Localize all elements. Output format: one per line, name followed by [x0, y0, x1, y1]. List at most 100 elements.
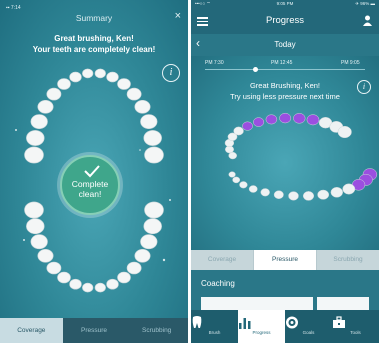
tooth	[239, 181, 248, 189]
info-icon[interactable]: i	[357, 80, 371, 94]
bottom-nav: Brush Progress Goals Tools	[191, 310, 379, 343]
badge-line1: Complete	[71, 179, 109, 189]
nav-tools[interactable]: Tools	[332, 310, 379, 343]
tooth	[253, 117, 265, 127]
tab-coverage[interactable]: Coverage	[0, 318, 63, 343]
tooth	[106, 71, 119, 83]
tooth	[69, 278, 82, 290]
teeth-3d-map	[224, 112, 378, 201]
tooth	[302, 191, 315, 201]
complete-clean-badge: Complete clean!	[60, 155, 120, 215]
nav-tools-label: Tools	[350, 330, 361, 335]
tooth	[248, 185, 258, 193]
tab-pressure[interactable]: Pressure	[253, 250, 317, 270]
tooth	[293, 113, 306, 124]
tooth	[228, 171, 236, 178]
nav-brush[interactable]: Brush	[191, 310, 238, 343]
checkmark-icon	[84, 165, 100, 178]
nav-goals[interactable]: Goals	[285, 310, 332, 343]
tooth	[69, 71, 82, 83]
tab-scrubbing[interactable]: Scrubbing	[317, 250, 379, 270]
user-icon[interactable]	[363, 15, 372, 26]
tooth	[30, 234, 48, 250]
summary-message-line2: Your teeth are completely clean!	[32, 45, 156, 54]
tooth	[232, 176, 241, 184]
coaching-card[interactable]	[201, 297, 313, 310]
session-timeline	[205, 67, 365, 72]
timeline-marker[interactable]	[253, 67, 258, 72]
nav-progress-label: Progress	[252, 330, 271, 335]
tooth	[337, 125, 352, 139]
status-bar: •••○○ ⌔ 9:05 PM ✈ 96% ▬	[191, 0, 379, 8]
tooth	[279, 112, 292, 124]
summary-message-line1: Great brushing, Ken!	[54, 34, 134, 43]
battery-indicator: ✈ 96% ▬	[355, 1, 375, 6]
page-title: Summary	[75, 13, 113, 23]
toolbox-icon	[333, 316, 345, 328]
tooth	[126, 261, 142, 275]
tooth	[82, 282, 94, 293]
tooth	[37, 249, 54, 263]
tooth	[144, 201, 164, 219]
coaching-title: Coaching	[201, 279, 235, 288]
tooth	[233, 126, 244, 136]
coaching-section: Coaching	[191, 270, 379, 310]
session-time-2[interactable]: PM 12:45	[271, 60, 292, 66]
tooth	[26, 130, 45, 146]
nav-progress[interactable]: Progress	[238, 310, 285, 343]
progress-message-line1: Great Brushing, Ken!	[249, 81, 321, 90]
tooth	[144, 146, 164, 164]
session-time-1[interactable]: PM 7:30	[205, 60, 224, 66]
tooth	[140, 234, 158, 250]
tooth	[24, 146, 44, 164]
tooth	[140, 114, 158, 129]
tooth	[46, 87, 62, 101]
status-bar: ▪▪ 7:14	[6, 5, 21, 11]
session-time-3[interactable]: PM 9:05	[341, 60, 360, 66]
nav-goals-label: Goals	[302, 330, 315, 335]
target-icon	[286, 316, 298, 329]
tooth	[143, 218, 162, 235]
tooth	[30, 114, 48, 129]
page-title: Progress	[265, 15, 304, 26]
tooth	[288, 191, 299, 201]
progress-screen: •••○○ ⌔ 9:05 PM ✈ 96% ▬ Progress ‹ Today…	[191, 0, 379, 343]
tooth	[117, 78, 131, 90]
date-bar: ‹ Today	[191, 34, 379, 56]
tooth	[57, 271, 71, 284]
tooth	[24, 201, 44, 219]
tooth	[106, 278, 119, 290]
tooth	[342, 183, 356, 195]
tooth	[126, 87, 142, 101]
tooth	[94, 282, 106, 293]
tab-coverage[interactable]: Coverage	[191, 250, 253, 270]
tab-pressure[interactable]: Pressure	[63, 318, 126, 343]
date-label: Today	[274, 40, 296, 49]
tooth	[37, 99, 54, 114]
nav-brush-label: Brush	[208, 330, 221, 335]
tooth	[94, 68, 106, 79]
app-header: Progress	[191, 8, 379, 34]
tooth	[273, 190, 284, 199]
tooth	[46, 261, 62, 275]
progress-message-line2: Try using less pressure next time	[230, 92, 340, 101]
tooth	[242, 121, 253, 131]
tooth	[134, 249, 151, 263]
tooth	[134, 99, 151, 114]
tooth-icon	[192, 316, 202, 328]
tab-scrubbing[interactable]: Scrubbing	[125, 318, 188, 343]
tooth	[82, 68, 94, 79]
tooth	[260, 188, 270, 197]
coaching-cards	[191, 297, 379, 310]
metric-tabs: Coverage Pressure Scrubbing	[0, 318, 188, 343]
tooth	[330, 187, 343, 198]
close-icon[interactable]: ×	[175, 11, 181, 22]
tooth	[265, 114, 278, 125]
coaching-card[interactable]	[317, 297, 369, 310]
status-time: 9:05 PM	[276, 1, 294, 6]
metric-tabs: Coverage Pressure Scrubbing	[191, 250, 379, 270]
summary-screen: ▪▪ 7:14 Summary × Great brushing, Ken! Y…	[0, 0, 188, 343]
tooth	[306, 114, 320, 126]
tooth	[26, 218, 45, 235]
badge-line2: clean!	[78, 189, 102, 199]
